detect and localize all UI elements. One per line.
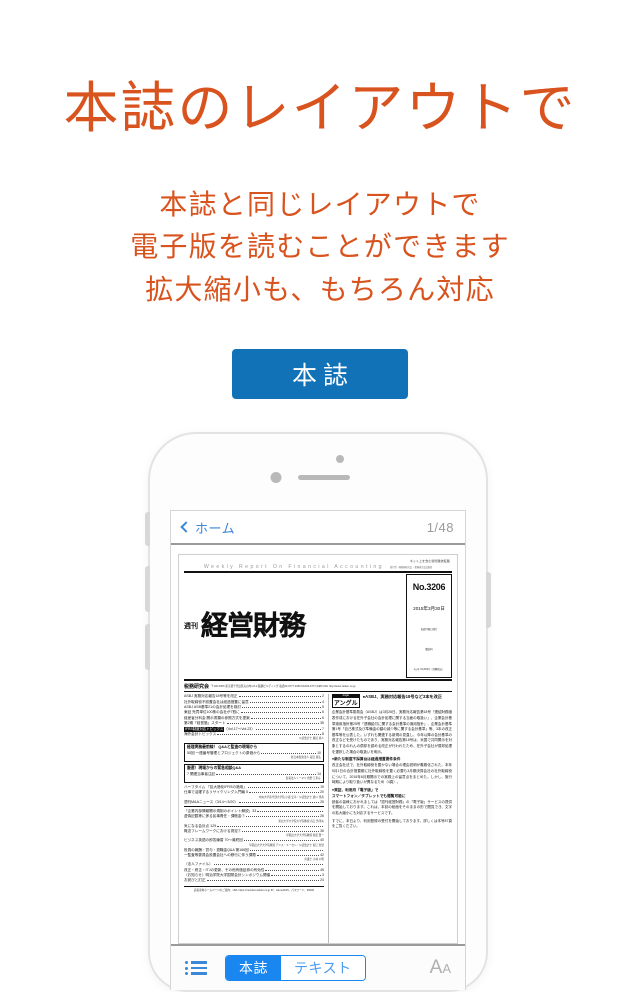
toc-row-page: 24 xyxy=(320,878,324,883)
proximity-sensor-icon xyxy=(336,455,344,463)
toc-row-author: 監査法人トーマツ 角野 江利子 xyxy=(285,777,321,780)
toc-row-title: 7 関連当事者注記 xyxy=(187,771,216,776)
phone-screen: ホーム 1/48 ネット上を含む新聞雑誌転載 Weekly Report On … xyxy=(170,510,466,990)
app-navbar: ホーム 1/48 xyxy=(171,511,465,545)
back-to-home-button[interactable]: ホーム xyxy=(180,518,236,537)
page-indicator: 1/48 xyxy=(426,519,454,535)
toc-row-page: 25 xyxy=(320,799,324,804)
page-title: 本誌のレイアウトで xyxy=(63,77,577,139)
issue-date: 2015年3月30日 xyxy=(413,606,445,612)
toc-row-title: 一監査等委員会設置会社への移行に伴う課題 xyxy=(184,852,256,857)
toc-row: 週刊M&Aニュース（3/14～3/20） 25 xyxy=(184,800,324,805)
toc-row-page: 3 xyxy=(322,873,324,878)
masthead-english-bits: 発行所／㈱税務研究会 ・税務研究会出版局 xyxy=(389,567,433,570)
masthead-shukan: 週刊 xyxy=(184,622,198,630)
promo-subcopy-line-1: 本誌と同じレイアウトで xyxy=(159,188,481,220)
article-paragraph-1: 企業会計基準委員会（ASBJ）は3月26日、実務対応報告第18号「連結財務諸表作… xyxy=(331,710,452,754)
toc-row-page: 14 xyxy=(317,771,321,776)
toc-row-page: 20 xyxy=(320,790,324,795)
toc-arrow-title: 海外会計トピックス xyxy=(184,731,217,736)
chevron-left-icon xyxy=(180,521,192,533)
masthead-main: 週刊 経営財務 No.3206 2015年3月30日 毎週月曜日発行 購読料 1… xyxy=(184,571,452,682)
issue-note-3: 1ヵ年 51,840円（消費税込） xyxy=(413,668,445,672)
toc-highlight-label: IFRS制度対応トピックス xyxy=(184,726,225,732)
toc-row-page: 4 xyxy=(322,699,324,704)
toc-row-author: 新日本監査法人 富田 憲弘 xyxy=(290,755,321,759)
toc-row-title: 仕事で活躍するリサイクリング入門編 5 xyxy=(184,790,249,795)
back-label: ホーム xyxy=(195,520,236,536)
article-headline: ●ASBJ、実務対応報告18号など3本を改正 xyxy=(362,694,442,700)
honshi-cta-button[interactable]: 本誌 xyxy=(232,349,408,400)
toc-row-title: 週刊M&Aニュース（3/14～3/20） xyxy=(184,799,238,804)
article-paragraph-2: 改正会社法で、社外取締役を置かない場合の理由説明が義務化された。本年5月1日の合… xyxy=(331,763,452,785)
toc-list-icon[interactable] xyxy=(185,958,207,977)
power-button[interactable] xyxy=(486,572,491,628)
reader-toolbar: 本誌 テキスト AA xyxy=(171,944,465,990)
toc-row-page: 5 xyxy=(322,704,324,709)
toc-row-page: 40 xyxy=(320,838,324,843)
view-mode-segmented-control[interactable]: 本誌 テキスト xyxy=(225,955,366,981)
promo-subcopy-line-3: 拡大縮小も、もちろん対応 xyxy=(145,273,495,305)
toc-row-page: 35 xyxy=(320,721,324,726)
masthead-title: 経営財務 xyxy=(201,610,306,642)
masthead-english-title: Weekly Report On Financial Accounting 発行… xyxy=(203,564,433,571)
toc-column: ASBJ 実務対応報告18号等を改正 2 社外取締役不設置会社は経過措置に留意 4 AS… xyxy=(184,694,324,943)
toc-row-page: 6 xyxy=(322,715,324,720)
toc-row-title: 虚偽記載等に係る民事責任・課徴金① xyxy=(184,814,246,819)
toc-row-page: 19 xyxy=(320,784,324,789)
text-size-icon[interactable]: AA xyxy=(430,957,451,979)
toc-feature-box: 厳選！現場からの緊急相談Q&A 7 関連当事者注記 14 監査法人トーマツ 角野 江利… xyxy=(184,763,324,784)
magazine-footer-note: 読者専用ホームページのご案内：URL https://member.zeiken… xyxy=(184,885,324,892)
masthead-publisher: 税務研究会 〒100-0005 東京都千代田区丸の内1-8-2 鉃鋼ビルディング… xyxy=(184,683,452,693)
toc-highlight-page: 7 xyxy=(322,726,324,731)
article-column: Angle アングル ●ASBJ、実務対応報告18号など3本を改正 企業会計基準… xyxy=(327,694,452,943)
toc-arrow-authors: 公認会計士 藤田 尚人 xyxy=(299,737,324,741)
article-paragraph-3: 読者の皆様におかれましては「週刊経営財務」の「電子版」サービスの提供を開始してお… xyxy=(331,799,452,816)
earpiece-speaker xyxy=(298,475,350,480)
angle-badge-jp: アングル xyxy=(331,697,360,709)
article-paragraph-4: すでに、本日より、利用登録の受付を開始しております。詳しくは本号87頁をご覧くだ… xyxy=(331,818,452,829)
masthead-net-line: ネット上を含む新聞雑誌転載 xyxy=(409,559,450,563)
promo-section: 本誌のレイアウトで 本誌と同じレイアウトで 電子版を読むことができます 拡大縮小… xyxy=(0,0,640,400)
volume-up-button[interactable] xyxy=(145,566,150,612)
angle-badge: Angle アングル xyxy=(331,694,360,709)
toc-row-title: ビジネス英語の即答練習 70～最終回 xyxy=(184,838,243,843)
toc-row-page: 26 xyxy=(320,814,324,819)
toc-highlight-rest: （Vol.17～Vol.23） xyxy=(224,726,255,731)
toc-row: お詫びと訂正 24 xyxy=(184,878,324,883)
silent-switch[interactable] xyxy=(145,512,150,546)
masthead-issue-block: No.3206 2015年3月30日 毎週月曜日発行 購読料 1ヵ年 51,84… xyxy=(406,574,452,679)
promo-subcopy-line-2: 電子版を読むことができます xyxy=(130,231,510,263)
front-camera-icon xyxy=(270,472,282,483)
volume-down-button[interactable] xyxy=(145,624,150,670)
toc-row-title: お詫びと訂正 xyxy=(184,878,206,883)
promo-subcopy: 本誌と同じレイアウトで 電子版を読むことができます 拡大縮小も、もちろん対応 xyxy=(0,184,640,312)
toc-row-page: 45 xyxy=(320,867,324,872)
issue-number: No.3206 xyxy=(412,582,446,593)
toc-row-page: 10 xyxy=(317,750,321,755)
magazine-page-view[interactable]: ネット上を含む新聞雑誌転載 Weekly Report On Financial… xyxy=(171,547,465,944)
toc-feature-box: 経理実務最前線！ Q&Aと監査の現場から 55回 一連番号管理とプロジェクトの原価… xyxy=(184,742,324,763)
toc-row-page: 6 xyxy=(322,710,324,715)
issue-note-1: 毎週月曜日発行 xyxy=(420,628,438,632)
publisher-detail: 〒100-0005 東京都千代田区丸の内1-8-2 鉃鋼ビルディング 電話03-… xyxy=(211,685,356,689)
phone-mockup: ホーム 1/48 ネット上を含む新聞雑誌転載 Weekly Report On … xyxy=(145,432,491,992)
toc-row-title: 55回 一連番号管理とプロジェクトの原価から xyxy=(187,750,261,755)
issue-note-2: 購読料 xyxy=(425,648,433,652)
masthead-top-note: ネット上を含む新聞雑誌転載 xyxy=(184,559,452,563)
toc-row-page: 2 xyxy=(322,694,324,699)
toc-row-title: 概念フレームワークにおける測定① xyxy=(184,829,242,834)
publisher-name: 税務研究会 xyxy=(184,683,210,690)
